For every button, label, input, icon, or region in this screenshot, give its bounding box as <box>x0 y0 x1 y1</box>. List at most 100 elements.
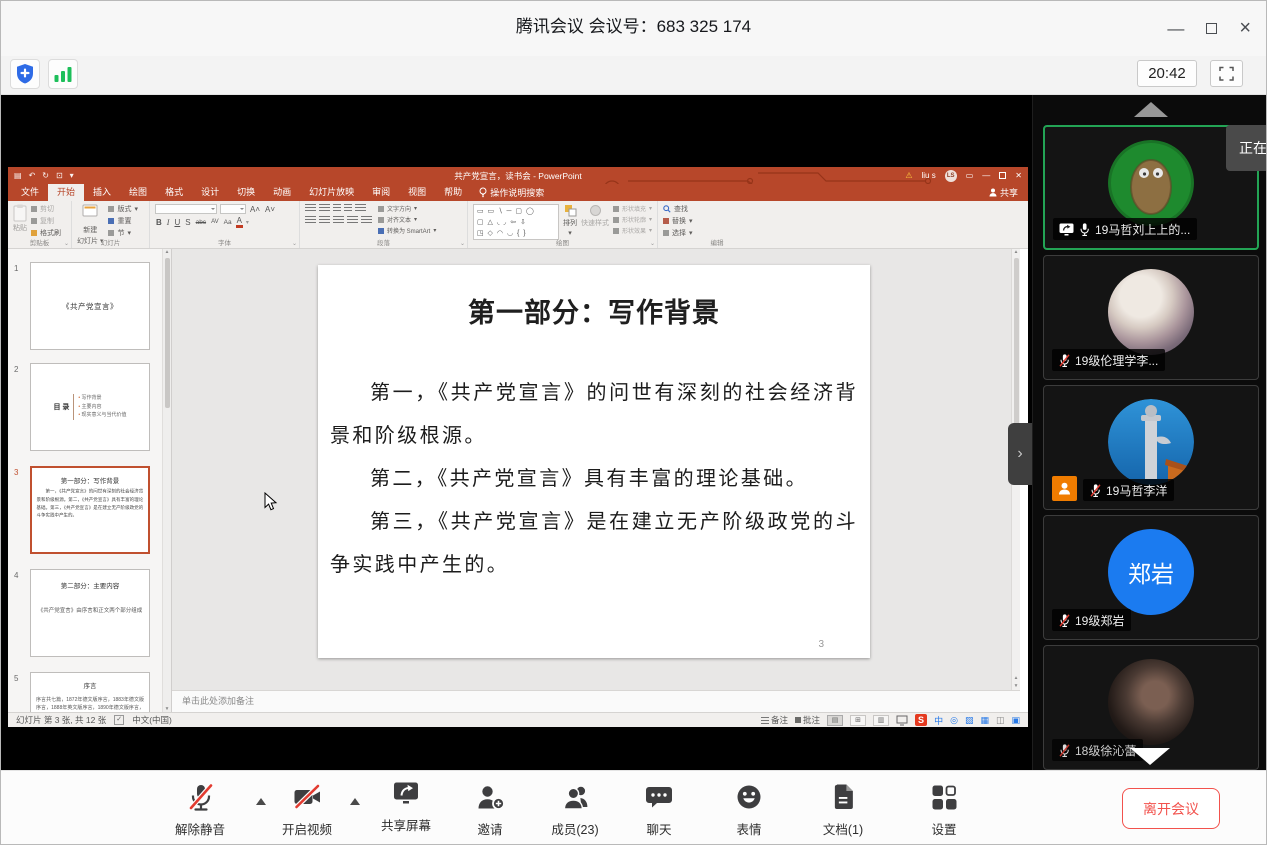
slide-thumbnail-3-selected[interactable]: 第一部分：写作背景 第一，《共产党宣言》的问世有深刻的社会经济背景和阶级根源。第… <box>30 466 150 554</box>
canvas-scroll-up-icon[interactable]: ▲ <box>1014 250 1019 255</box>
line-spacing-icon[interactable] <box>355 204 366 212</box>
settings-button[interactable]: 设置 <box>929 782 959 838</box>
fullscreen-button[interactable] <box>1210 60 1243 87</box>
arrange-button[interactable]: 排列 ▾ <box>563 204 577 240</box>
undo-icon[interactable]: ↶ <box>29 171 36 180</box>
scrollbar-up-icon[interactable]: ▲ <box>165 250 170 255</box>
quick-styles-button[interactable]: 快速样式 <box>581 204 609 240</box>
char-spacing-button[interactable]: AV <box>210 219 220 225</box>
tab-animations[interactable]: 动画 <box>264 184 300 201</box>
increase-font-button[interactable]: A˄ <box>249 205 261 214</box>
slide-thumbnail-5[interactable]: 序言 序言共七篇，1872年德文版序言，1883年德文版序言，1888年英文版序… <box>30 672 150 712</box>
indent-decrease-icon[interactable] <box>333 204 341 212</box>
font-caret[interactable]: ▾ <box>246 219 249 226</box>
ribbon-display-icon[interactable]: ▭ <box>966 171 974 180</box>
reading-view-button[interactable]: ▥ <box>873 715 889 726</box>
tab-slideshow[interactable]: 幻灯片放映 <box>300 184 363 201</box>
language-indicator[interactable]: 中文(中国) <box>132 714 172 726</box>
leave-meeting-button[interactable]: 离开会议 <box>1122 788 1220 829</box>
unmute-button[interactable]: 解除静音 <box>175 782 225 838</box>
replace-button[interactable]: 替换▾ <box>663 216 772 226</box>
start-video-button[interactable]: 开启视频 <box>282 782 332 838</box>
invite-button[interactable]: 邀请 <box>475 782 505 838</box>
tab-design[interactable]: 设计 <box>192 184 228 201</box>
camera-options-caret[interactable] <box>350 798 360 805</box>
ppt-user-avatar[interactable]: LS <box>945 170 957 182</box>
shapes-gallery[interactable]: ▭ ▭ ∖ ─ ▢ ◯ ▢ △ ◟ ◞ ⇦ ⇩ ◳ ◇ ◠ ◡ { } <box>473 204 559 240</box>
ime-punctuation-icon[interactable]: ◎ <box>950 715 958 726</box>
paragraph-dialog-launcher[interactable]: ⌄ <box>460 240 465 247</box>
ppt-close-icon[interactable]: ✕ <box>1015 171 1022 180</box>
chat-button[interactable]: 聊天 <box>644 782 674 838</box>
copy-button[interactable]: 复制 <box>31 216 61 226</box>
tell-me-search[interactable]: 操作说明搜索 <box>479 184 544 201</box>
align-center-icon[interactable] <box>319 216 330 224</box>
notes-toggle[interactable]: 备注 <box>761 714 788 726</box>
layout-button[interactable]: 版式▾ <box>108 204 138 214</box>
font-color-button[interactable]: A <box>236 216 243 228</box>
shape-fill-button[interactable]: 形状填充▾ <box>613 204 652 213</box>
thumbnail-scrollbar[interactable]: ▲ ▼ <box>162 249 171 712</box>
ime-toolbox-icon[interactable]: ▣ <box>1011 715 1020 726</box>
close-icon[interactable]: × <box>1239 18 1251 38</box>
scrollbar-down-icon[interactable]: ▼ <box>165 707 170 712</box>
slide-thumbnail-1[interactable]: 《共产党宣言》 <box>30 262 150 350</box>
font-dialog-launcher[interactable]: ⌄ <box>292 240 297 247</box>
tab-draw[interactable]: 绘图 <box>120 184 156 201</box>
current-slide[interactable]: 第一部分：写作背景 第一，《共产党宣言》的问世有深刻的社会经济背景和阶级根源。 … <box>318 265 870 658</box>
normal-view-button[interactable]: ▤ <box>827 715 843 726</box>
slide-sorter-view-button[interactable]: ⊞ <box>850 715 866 726</box>
maximize-icon[interactable] <box>1206 23 1217 34</box>
numbering-icon[interactable] <box>319 204 330 212</box>
mic-options-caret[interactable] <box>256 798 266 805</box>
reactions-button[interactable]: 表情 <box>734 782 764 838</box>
change-case-button[interactable]: Aa <box>223 219 233 226</box>
cut-button[interactable]: 剪切 <box>31 204 61 214</box>
strikethrough-button[interactable]: abc <box>195 219 207 226</box>
font-size-select[interactable] <box>220 204 246 214</box>
save-icon[interactable]: ▤ <box>14 171 22 180</box>
previous-slide-icon[interactable]: ▲ <box>1014 675 1019 681</box>
clipboard-dialog-launcher[interactable]: ⌄ <box>64 240 69 247</box>
share-screen-button[interactable]: 共享屏幕 <box>381 778 431 834</box>
members-button[interactable]: 成员(23) <box>551 782 598 838</box>
columns-icon[interactable] <box>361 216 372 224</box>
tab-view[interactable]: 视图 <box>399 184 435 201</box>
redo-icon[interactable]: ↻ <box>42 171 49 180</box>
sogou-ime-icon[interactable]: S <box>915 714 927 726</box>
tab-file[interactable]: 文件 <box>12 184 48 201</box>
slide-thumbnail-4[interactable]: 第二部分：主要内容 《共产党宣言》由序言和正文两个部分组成 <box>30 569 150 657</box>
comments-toggle[interactable]: 批注 <box>795 714 820 726</box>
qat-caret-icon[interactable]: ▾ <box>70 171 74 180</box>
slide-thumbnail-2[interactable]: 目 录 写作背景 主要内容 现实意义与当代价值 <box>30 363 150 451</box>
network-quality-button[interactable] <box>48 59 78 89</box>
docs-button[interactable]: 文档(1) <box>823 782 863 838</box>
ime-keyboard-icon[interactable]: ▦ <box>980 715 989 726</box>
next-slide-icon[interactable]: ▼ <box>1014 683 1019 689</box>
shape-outline-button[interactable]: 形状轮廓▾ <box>613 215 652 224</box>
shadow-button[interactable]: S <box>184 218 191 227</box>
find-button[interactable]: 查找 <box>663 204 772 214</box>
align-text-button[interactable]: 对齐文本▾ <box>378 215 436 224</box>
ppt-restore-icon[interactable] <box>999 172 1006 179</box>
participant-tile-4[interactable]: 郑岩 19级郑岩 <box>1043 515 1259 640</box>
security-button[interactable] <box>10 59 40 89</box>
notes-pane[interactable]: 单击此处添加备注 <box>172 690 1020 712</box>
text-direction-button[interactable]: 文字方向▾ <box>378 204 436 213</box>
decrease-font-button[interactable]: A˅ <box>264 205 276 214</box>
shape-effects-button[interactable]: 形状效果▾ <box>613 226 652 235</box>
participants-scroll-up-arrow[interactable] <box>1134 102 1168 117</box>
minimize-icon[interactable]: — <box>1167 20 1184 37</box>
start-slideshow-icon[interactable]: ⊡ <box>56 171 63 180</box>
ppt-share-button[interactable]: 共享 <box>989 184 1018 201</box>
sidebar-collapse-handle[interactable]: › <box>1008 423 1032 485</box>
ime-mic-icon[interactable]: ▨ <box>965 715 974 726</box>
align-left-icon[interactable] <box>305 216 316 224</box>
spellcheck-icon[interactable]: ✓ <box>114 715 124 725</box>
slideshow-view-button[interactable] <box>896 715 908 726</box>
indent-increase-icon[interactable] <box>344 204 352 212</box>
tab-help[interactable]: 帮助 <box>435 184 471 201</box>
align-right-icon[interactable] <box>333 216 344 224</box>
participants-scroll-down-arrow[interactable] <box>1130 748 1170 765</box>
drawing-dialog-launcher[interactable]: ⌄ <box>650 240 655 247</box>
